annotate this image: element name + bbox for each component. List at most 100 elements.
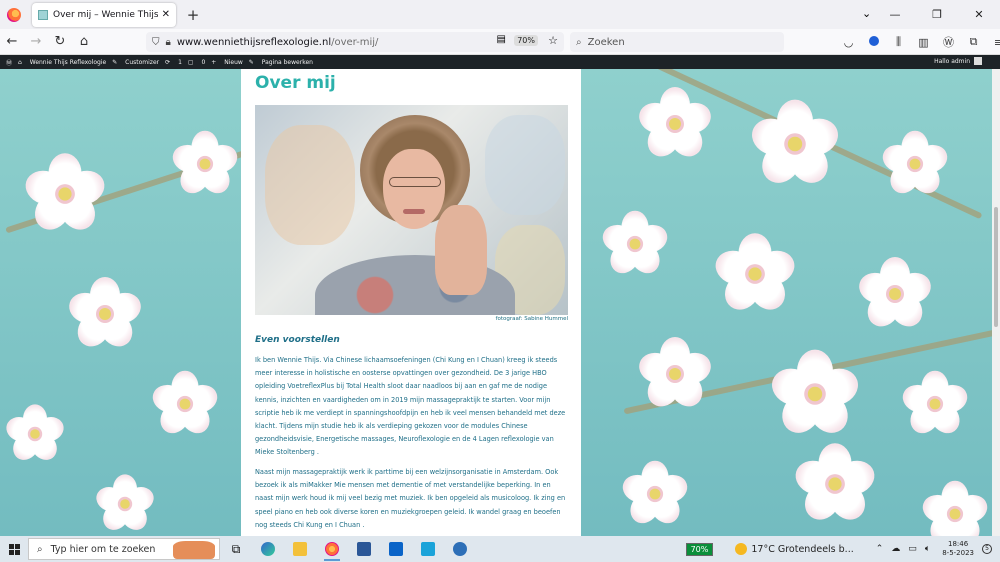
- tab-title: Over mij – Wennie Thijs Reflexolo: [53, 9, 158, 20]
- close-tab-icon[interactable]: ✕: [162, 9, 170, 20]
- folder-icon: [293, 542, 307, 556]
- page-scrollbar[interactable]: [992, 69, 1000, 536]
- taskbar-l-app[interactable]: [412, 536, 444, 562]
- page-viewport: Over mij fotograaf: Sabine Hummel Even v…: [0, 69, 1000, 536]
- taskbar-browser-app[interactable]: [444, 536, 476, 562]
- taskbar-firefox[interactable]: [316, 536, 348, 562]
- task-view-button[interactable]: ⧉: [220, 536, 252, 562]
- tab-over-mij[interactable]: Over mij – Wennie Thijs Reflexolo ✕: [32, 2, 176, 27]
- show-hidden-icons-chevron[interactable]: ⌃: [876, 544, 884, 554]
- active-indicator: [324, 559, 340, 561]
- blossom: [767, 349, 863, 441]
- taskbar-edge[interactable]: [252, 536, 284, 562]
- blossom: [65, 277, 145, 353]
- clock-time: 18:46: [948, 540, 969, 548]
- url-bar[interactable]: ⛉ 🔒︎ www.wenniethijsreflexologie.nl/over…: [146, 32, 564, 52]
- taskbar-search-placeholder: Typ hier om te zoeken: [50, 543, 156, 555]
- main-content: Over mij fotograaf: Sabine Hummel Even v…: [241, 69, 581, 536]
- firefox-icon: [7, 7, 21, 22]
- blossom: [879, 130, 951, 199]
- intro-paragraph: Ik ben Wennie Thijs. Via Chinese lichaam…: [255, 356, 566, 457]
- blossom: [169, 130, 241, 199]
- wp-site-name-link[interactable]: ⌂ Wennie Thijs Reflexologie: [18, 59, 106, 66]
- maximize-button[interactable]: ❐: [916, 8, 958, 21]
- taskbar-word[interactable]: [348, 536, 380, 562]
- blossom: [899, 370, 971, 439]
- cloud-icon[interactable]: ☁: [891, 544, 900, 554]
- shield-icon[interactable]: ⛉: [152, 37, 160, 48]
- window-controls: — ❐ ✕: [874, 0, 1000, 29]
- system-tray: 70% 17°C Grotendeels b... ⌃ ☁ ▭ 🔈︎ 18:46…: [685, 536, 1000, 562]
- lock-icon[interactable]: 🔒︎: [166, 37, 171, 48]
- blossom: [635, 337, 715, 413]
- wp-comments-link[interactable]: ▢ 0: [188, 59, 205, 66]
- zoom-level-button[interactable]: 70%: [514, 35, 538, 46]
- wp-new-link[interactable]: + Nieuw: [211, 59, 243, 66]
- section-subtitle: Even voorstellen: [255, 335, 340, 345]
- search-bar[interactable]: ⌕ Zoeken: [570, 32, 784, 52]
- library-icon[interactable]: ⫼: [886, 35, 911, 49]
- back-button[interactable]: ←: [0, 34, 24, 49]
- photo-hand: [435, 205, 487, 295]
- blossom: [149, 370, 221, 439]
- home-button[interactable]: ⌂: [72, 34, 96, 49]
- clock[interactable]: 18:46 8-5-2023: [942, 540, 974, 558]
- blossom: [599, 210, 671, 279]
- wordpress-logo-icon[interactable]: Ⓦ: [6, 58, 12, 67]
- blossom: [747, 99, 843, 191]
- photo-caption: fotograaf: Sabine Hummel: [495, 316, 568, 322]
- avatar: [974, 57, 982, 65]
- tab-bar: Over mij – Wennie Thijs Reflexolo ✕ + ⌄ …: [0, 0, 1000, 29]
- volume-icon[interactable]: 🔈︎: [925, 544, 930, 554]
- bookmark-star-icon[interactable]: ☆: [548, 34, 558, 47]
- reload-button[interactable]: ↻: [48, 34, 72, 49]
- search-placeholder: Zoeken: [587, 36, 625, 48]
- wp-customizer-link[interactable]: ✎ Customizer: [112, 59, 159, 66]
- menu-icon[interactable]: ≡: [986, 36, 1000, 49]
- sidebar-icon[interactable]: ▥: [911, 36, 936, 49]
- pocket-icon[interactable]: ◡: [836, 36, 861, 49]
- battery-indicator[interactable]: 70%: [685, 542, 714, 556]
- blossom: [791, 443, 879, 527]
- wp-edit-page-link[interactable]: ✎ Pagina bewerken: [249, 59, 313, 66]
- minimize-button[interactable]: —: [874, 8, 916, 21]
- forward-button[interactable]: →: [24, 34, 48, 49]
- word-icon: [357, 542, 371, 556]
- work-paragraph: Naast mijn massagepraktijk werk ik partt…: [255, 468, 566, 529]
- scrollbar-thumb[interactable]: [994, 207, 998, 327]
- start-button[interactable]: [0, 536, 28, 562]
- windows-icon: [8, 543, 20, 555]
- new-tab-button[interactable]: +: [184, 6, 202, 24]
- search-icon: ⌕: [37, 543, 43, 555]
- notifications-icon[interactable]: 5: [982, 544, 992, 554]
- photo-lips: [403, 209, 425, 214]
- firefox-view-button[interactable]: [2, 3, 26, 27]
- weather-widget[interactable]: 17°C Grotendeels b...: [735, 543, 854, 555]
- wp-admin-bar: Ⓦ ⌂ Wennie Thijs Reflexologie ✎ Customiz…: [0, 55, 1000, 69]
- reader-view-icon[interactable]: ▤: [497, 34, 506, 45]
- photo-face: [383, 149, 445, 229]
- task-view-icon: ⧉: [231, 541, 241, 556]
- url-host: www.wenniethijsreflexologie.nl: [176, 36, 332, 48]
- wp-account-menu[interactable]: Hallo admin: [928, 57, 982, 65]
- taskbar-file-explorer[interactable]: [284, 536, 316, 562]
- account-icon[interactable]: [861, 35, 886, 49]
- firefox-icon: [325, 542, 339, 556]
- taskbar-search[interactable]: ⌕ Typ hier om te zoeken: [28, 538, 220, 560]
- l-app-icon: [421, 542, 435, 556]
- painting-splash: [265, 125, 355, 245]
- network-icon[interactable]: ▭: [908, 544, 917, 554]
- blossom: [635, 87, 715, 163]
- extensions-icon[interactable]: ⧉: [961, 35, 986, 49]
- search-icon: ⌕: [576, 36, 582, 48]
- wp-updates-link[interactable]: ⟳ 1: [165, 59, 182, 66]
- close-window-button[interactable]: ✕: [958, 8, 1000, 21]
- taskbar-store[interactable]: [380, 536, 412, 562]
- weather-text: 17°C Grotendeels b...: [751, 543, 854, 555]
- toolbar-icons: ◡ ⫼ ▥ Ⓦ ⧉ ≡: [836, 29, 1000, 55]
- photo-glasses: [389, 177, 441, 187]
- tab-list-icon[interactable]: ⌄: [862, 7, 871, 20]
- blossom: [711, 233, 799, 317]
- blossom: [619, 460, 691, 529]
- wikipedia-icon[interactable]: Ⓦ: [936, 34, 961, 50]
